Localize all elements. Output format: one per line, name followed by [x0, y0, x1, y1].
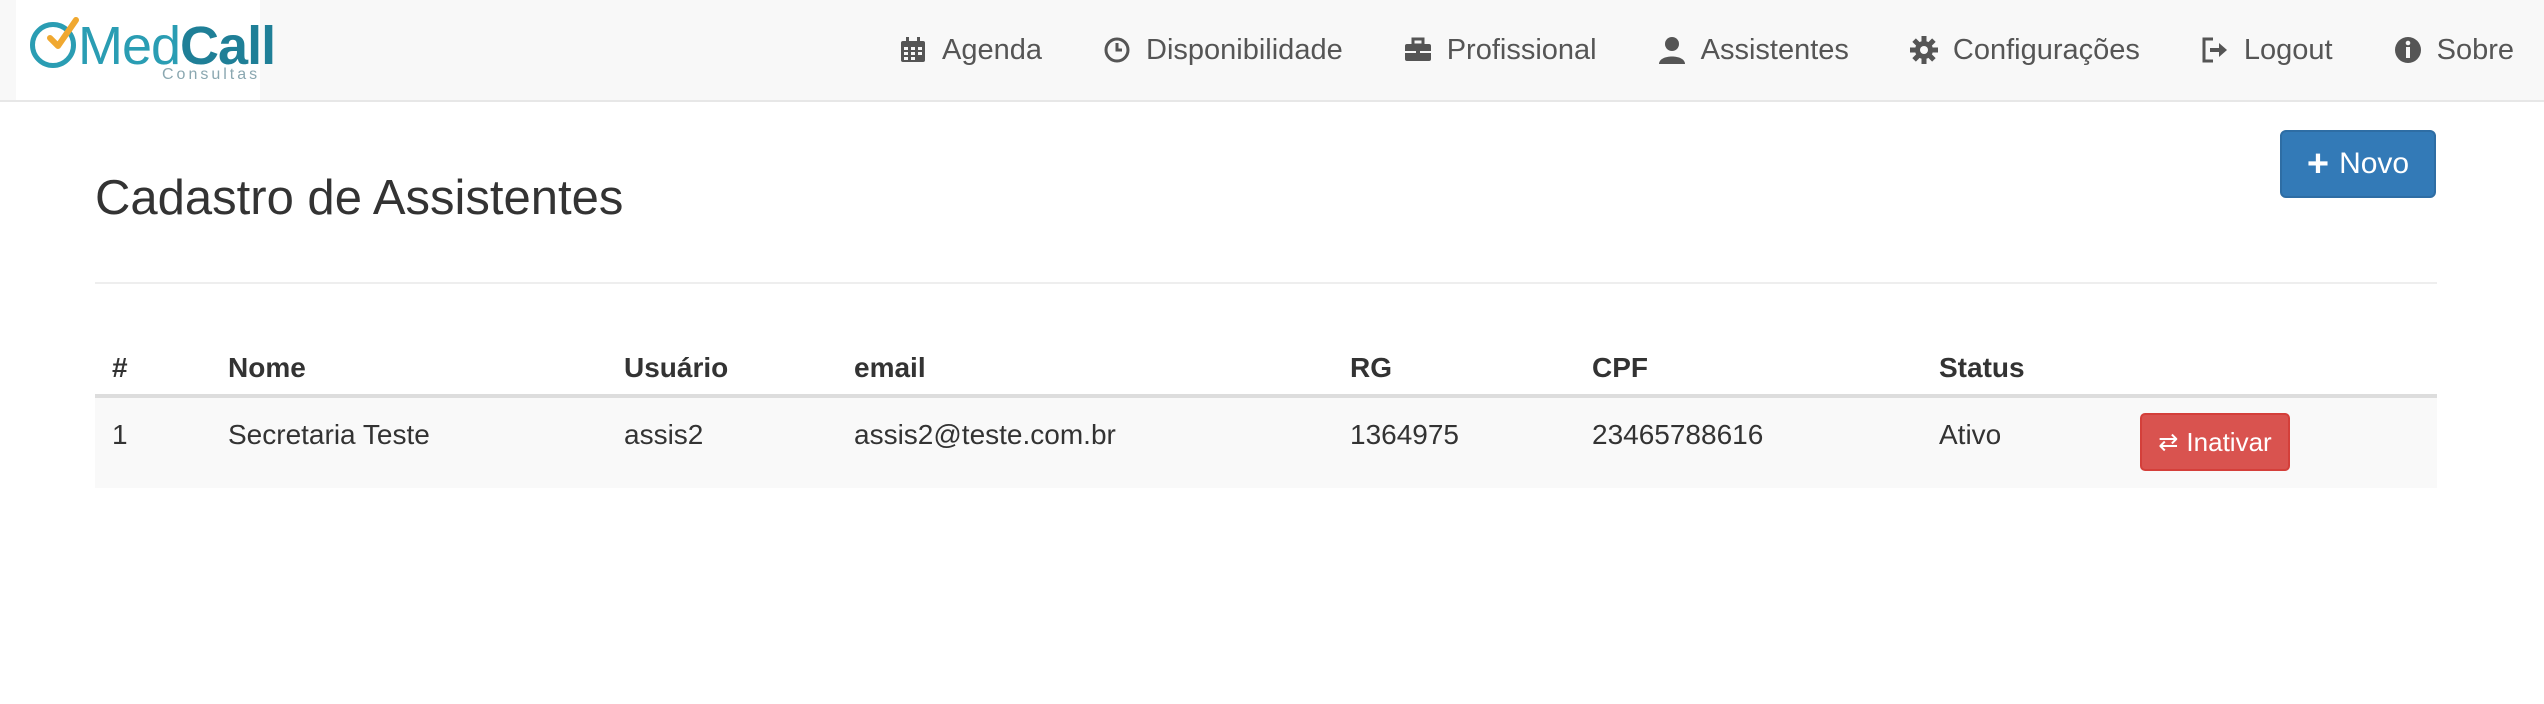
column-header-cpf: CPF	[1575, 332, 1922, 398]
plus-icon: +	[2306, 143, 2330, 185]
cell-actions: ⇄ Inativar	[2123, 396, 2437, 488]
cell-usuario: assis2	[607, 396, 837, 488]
briefcase-icon	[1403, 35, 1433, 65]
cell-email: assis2@teste.com.br	[837, 396, 1333, 488]
info-icon	[2393, 35, 2423, 65]
main-nav: Agenda Disponibilidade Profissional Assi…	[868, 0, 2544, 100]
nav-item-label: Configurações	[1952, 33, 2140, 66]
new-assistant-button[interactable]: + Novo	[2280, 130, 2436, 198]
nav-item-assistentes[interactable]: Assistentes	[1627, 0, 1879, 100]
brand-subtitle: Consultas	[162, 66, 261, 83]
deactivate-button-label: Inativar	[2186, 426, 2272, 457]
column-header-id: #	[95, 332, 211, 398]
nav-item-disponibilidade[interactable]: Disponibilidade	[1072, 0, 1373, 100]
column-header-usuario: Usuário	[607, 332, 837, 398]
nav-item-agenda[interactable]: Agenda	[868, 0, 1072, 100]
user-icon	[1657, 35, 1687, 65]
cell-id: 1	[95, 396, 211, 488]
nav-item-label: Profissional	[1446, 33, 1597, 66]
cell-cpf: 23465788616	[1575, 396, 1922, 488]
nav-item-profissional[interactable]: Profissional	[1373, 0, 1627, 100]
cell-status: Ativo	[1922, 396, 2123, 488]
nav-item-configuracoes[interactable]: Configurações	[1879, 0, 2170, 100]
column-header-actions	[2123, 332, 2437, 398]
logo-check-icon	[47, 17, 79, 49]
calendar-icon	[898, 35, 928, 65]
logout-icon	[2200, 35, 2230, 65]
header-divider	[95, 282, 2437, 284]
page-title: Cadastro de Assistentes	[95, 171, 624, 225]
column-header-email: email	[837, 332, 1333, 398]
nav-item-label: Agenda	[942, 33, 1043, 66]
clock-icon	[1102, 35, 1132, 65]
column-header-nome: Nome	[211, 332, 607, 398]
nav-item-logout[interactable]: Logout	[2170, 0, 2363, 100]
nav-item-label: Sobre	[2436, 33, 2514, 66]
cell-nome: Secretaria Teste	[211, 396, 607, 488]
cell-rg: 1364975	[1333, 396, 1575, 488]
column-header-rg: RG	[1333, 332, 1575, 398]
gear-icon	[1909, 35, 1939, 65]
new-button-label: Novo	[2339, 147, 2410, 180]
nav-item-label: Assistentes	[1700, 33, 1849, 66]
table-row: 1 Secretaria Teste assis2 assis2@teste.c…	[95, 396, 2437, 488]
deactivate-button[interactable]: ⇄ Inativar	[2140, 413, 2290, 471]
nav-item-sobre[interactable]: Sobre	[2363, 0, 2544, 100]
brand-logo[interactable]: MedCall Consultas	[16, 0, 276, 100]
navbar: MedCall Consultas Agenda Disponibilidade…	[0, 0, 2544, 102]
nav-item-label: Disponibilidade	[1146, 33, 1343, 66]
assistants-table: # Nome Usuário email RG CPF Status 1 Sec…	[95, 332, 2437, 488]
column-header-status: Status	[1922, 332, 2123, 398]
swap-icon: ⇄	[2158, 428, 2179, 456]
nav-item-label: Logout	[2243, 33, 2333, 66]
table-header-row: # Nome Usuário email RG CPF Status	[95, 332, 2437, 398]
